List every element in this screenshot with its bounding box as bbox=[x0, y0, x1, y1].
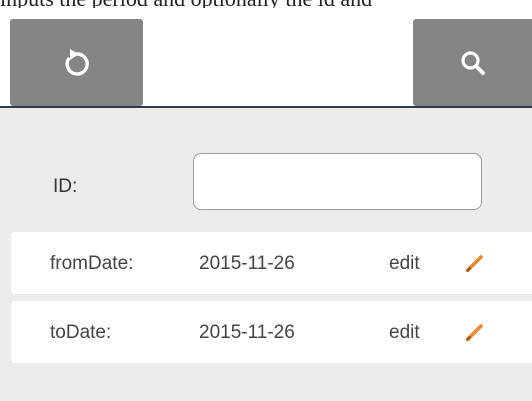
from-date-value: 2015-11-26 bbox=[199, 253, 295, 274]
overflow-text: inputs the period and optionally the id … bbox=[0, 0, 372, 8]
id-label: ID: bbox=[53, 176, 78, 197]
search-icon bbox=[460, 50, 486, 76]
from-date-row[interactable]: fromDate: 2015-11-26 edit bbox=[11, 232, 532, 294]
pencil-icon[interactable] bbox=[464, 252, 486, 279]
id-input[interactable] bbox=[193, 153, 482, 210]
top-overflow-strip: inputs the period and optionally the id … bbox=[0, 0, 532, 8]
refresh-button[interactable] bbox=[10, 19, 143, 106]
pencil-icon[interactable] bbox=[464, 321, 486, 348]
to-date-edit-link[interactable]: edit bbox=[389, 322, 420, 344]
refresh-icon bbox=[64, 48, 90, 77]
from-date-edit-link[interactable]: edit bbox=[389, 253, 420, 275]
to-date-row[interactable]: toDate: 2015-11-26 edit bbox=[11, 301, 532, 363]
id-field-row: ID: bbox=[0, 142, 532, 222]
toolbar bbox=[0, 8, 532, 106]
to-date-value: 2015-11-26 bbox=[199, 322, 295, 343]
search-button[interactable] bbox=[413, 19, 532, 106]
from-date-label: fromDate: bbox=[50, 253, 134, 274]
to-date-label: toDate: bbox=[50, 322, 112, 343]
toolbar-divider bbox=[0, 106, 532, 108]
